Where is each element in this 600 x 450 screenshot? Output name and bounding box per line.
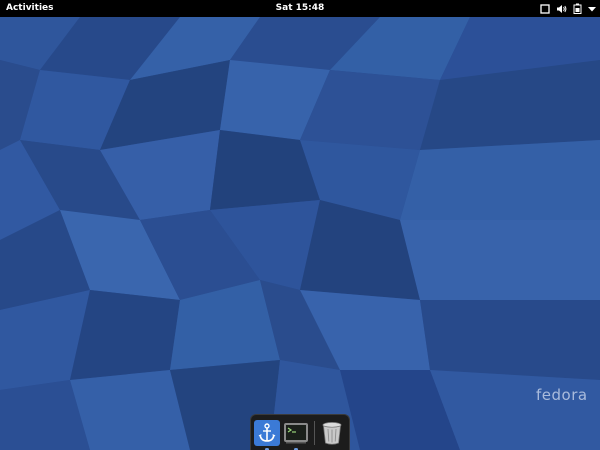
desktop: Activities Sat 15:48 fedora bbox=[0, 0, 600, 450]
terminal-icon bbox=[284, 423, 308, 444]
clock[interactable]: Sat 15:48 bbox=[0, 0, 600, 17]
volume-icon[interactable] bbox=[556, 4, 567, 14]
window-icon[interactable] bbox=[540, 3, 550, 14]
dash-item-trash[interactable] bbox=[319, 420, 345, 446]
wallpaper bbox=[0, 0, 600, 450]
dash-item-anchor[interactable] bbox=[254, 420, 280, 450]
dash bbox=[250, 414, 350, 450]
fedora-logo: fedora bbox=[536, 386, 588, 404]
battery-icon[interactable] bbox=[573, 3, 582, 14]
trash-icon bbox=[322, 422, 342, 445]
top-bar: Activities Sat 15:48 bbox=[0, 0, 600, 17]
dash-separator bbox=[314, 421, 315, 445]
anchor-icon bbox=[254, 420, 280, 446]
system-tray[interactable] bbox=[540, 0, 596, 17]
dash-item-terminal[interactable] bbox=[283, 420, 309, 450]
dropdown-arrow-icon[interactable] bbox=[588, 6, 596, 12]
